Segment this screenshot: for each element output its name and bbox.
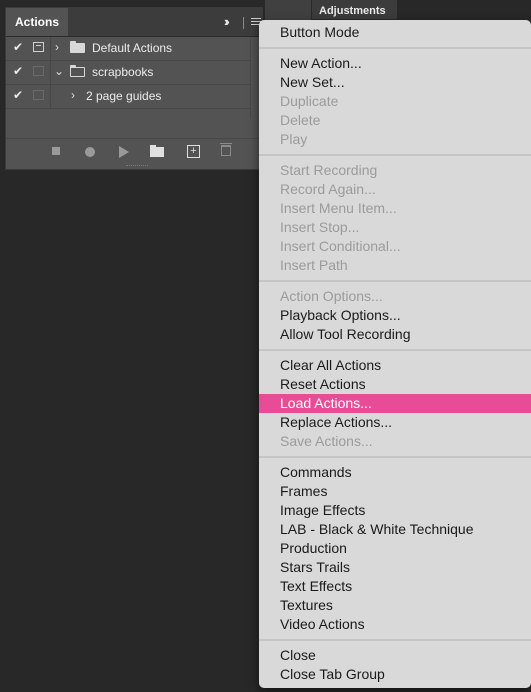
actions-toolbar: +	[6, 138, 262, 165]
action-label: 2 page guides	[86, 89, 162, 103]
menu-item-clear-all-actions[interactable]: Clear All Actions	[259, 356, 531, 375]
menu-item-allow-tool-recording[interactable]: Allow Tool Recording	[259, 325, 531, 344]
menu-item-new-set[interactable]: New Set...	[259, 73, 531, 92]
row-divider	[6, 108, 250, 109]
menu-separator	[259, 47, 531, 49]
toggle-item-checkmark-icon[interactable]: ✔	[13, 40, 23, 54]
menu-item-record-again: Record Again...	[280, 181, 376, 197]
tab-divider	[243, 17, 244, 29]
record-icon[interactable]	[85, 147, 95, 157]
menu-item-replace-actions[interactable]: Replace Actions...	[259, 413, 531, 432]
menu-item-production[interactable]: Production	[259, 539, 531, 558]
menu-item-save-actions: Save Actions...	[280, 433, 373, 449]
action-set-row[interactable]: ✔ ⌄ scrapbooks	[6, 61, 262, 84]
menu-separator	[259, 456, 531, 458]
menu-item-delete: Delete	[280, 112, 321, 128]
menu-item-video-actions[interactable]: Video Actions	[259, 615, 531, 634]
new-item-icon[interactable]: +	[187, 145, 200, 158]
menu-item-lab-black-white-technique[interactable]: LAB - Black & White Technique	[259, 520, 531, 539]
menu-separator	[259, 349, 531, 351]
collapse-panel-icon[interactable]: ››	[224, 15, 229, 29]
menu-item-duplicate: Duplicate	[280, 93, 339, 109]
folder-icon	[70, 41, 85, 53]
tab-actions[interactable]: Actions	[6, 8, 68, 36]
action-set-row[interactable]: ✔ › Default Actions	[6, 37, 262, 60]
actions-list: ✔ › Default Actions ✔ ⌄ scrapbooks ✔ › 2…	[6, 37, 262, 137]
actions-panel: Actions ›› ✔ › Default Actions ✔ ⌄ scrap…	[5, 7, 263, 170]
resize-grip[interactable]	[126, 165, 148, 168]
actions-panel-menu: Button Mode New Action... New Set... Duplic…	[259, 20, 531, 688]
menu-separator	[259, 280, 531, 282]
menu-item-playback-options[interactable]: Playback Options...	[259, 306, 531, 325]
menu-item-start-recording: Start Recording	[280, 162, 378, 178]
trash-icon[interactable]	[220, 143, 232, 156]
menu-separator	[259, 639, 531, 641]
menu-item-commands[interactable]: Commands	[259, 463, 531, 482]
action-row[interactable]: ✔ › 2 page guides	[6, 85, 262, 108]
tab-adjustments[interactable]: Adjustments	[311, 0, 398, 20]
menu-item-text-effects[interactable]: Text Effects	[259, 577, 531, 596]
panel-dock-strip	[265, 0, 311, 20]
chevron-right-icon[interactable]: ›	[71, 88, 75, 102]
list-scrollbar[interactable]	[250, 37, 251, 119]
folder-open-icon	[70, 65, 85, 77]
toggle-item-checkmark-icon[interactable]: ✔	[13, 88, 23, 102]
toggle-dialog-icon[interactable]	[33, 66, 44, 76]
menu-item-insert-stop: Insert Stop...	[280, 219, 360, 235]
column-divider	[50, 37, 51, 60]
menu-item-reset-actions[interactable]: Reset Actions	[259, 375, 531, 394]
menu-item-stars-trails[interactable]: Stars Trails	[259, 558, 531, 577]
menu-item-new-action[interactable]: New Action...	[259, 54, 531, 73]
column-divider	[50, 85, 51, 108]
menu-item-textures[interactable]: Textures	[259, 596, 531, 615]
action-set-label: Default Actions	[92, 41, 173, 55]
menu-item-insert-menu-item: Insert Menu Item...	[280, 200, 397, 216]
menu-item-load-actions[interactable]: Load Actions...	[259, 394, 531, 413]
menu-separator	[259, 154, 531, 156]
menu-item-frames[interactable]: Frames	[259, 482, 531, 501]
menu-item-close[interactable]: Close	[259, 646, 531, 665]
toggle-item-checkmark-icon[interactable]: ✔	[13, 64, 23, 78]
action-set-label: scrapbooks	[92, 65, 154, 79]
stop-icon[interactable]	[52, 147, 60, 155]
menu-item-insert-path: Insert Path	[280, 257, 348, 273]
column-divider	[50, 61, 51, 84]
chevron-right-icon[interactable]: ›	[55, 40, 59, 54]
menu-item-insert-conditional: Insert Conditional...	[280, 238, 401, 254]
toggle-dialog-icon[interactable]	[33, 42, 44, 52]
toggle-dialog-icon[interactable]	[33, 90, 44, 100]
menu-item-button-mode[interactable]: Button Mode	[259, 23, 531, 42]
menu-item-image-effects[interactable]: Image Effects	[259, 501, 531, 520]
menu-item-close-tab-group[interactable]: Close Tab Group	[259, 665, 531, 684]
folder-icon[interactable]	[150, 145, 164, 157]
chevron-down-icon[interactable]: ⌄	[54, 64, 64, 78]
menu-item-action-options: Action Options...	[280, 288, 383, 304]
menu-item-play: Play	[280, 131, 308, 147]
play-icon[interactable]	[119, 146, 129, 158]
panel-tab-bar: Actions ››	[6, 8, 262, 37]
